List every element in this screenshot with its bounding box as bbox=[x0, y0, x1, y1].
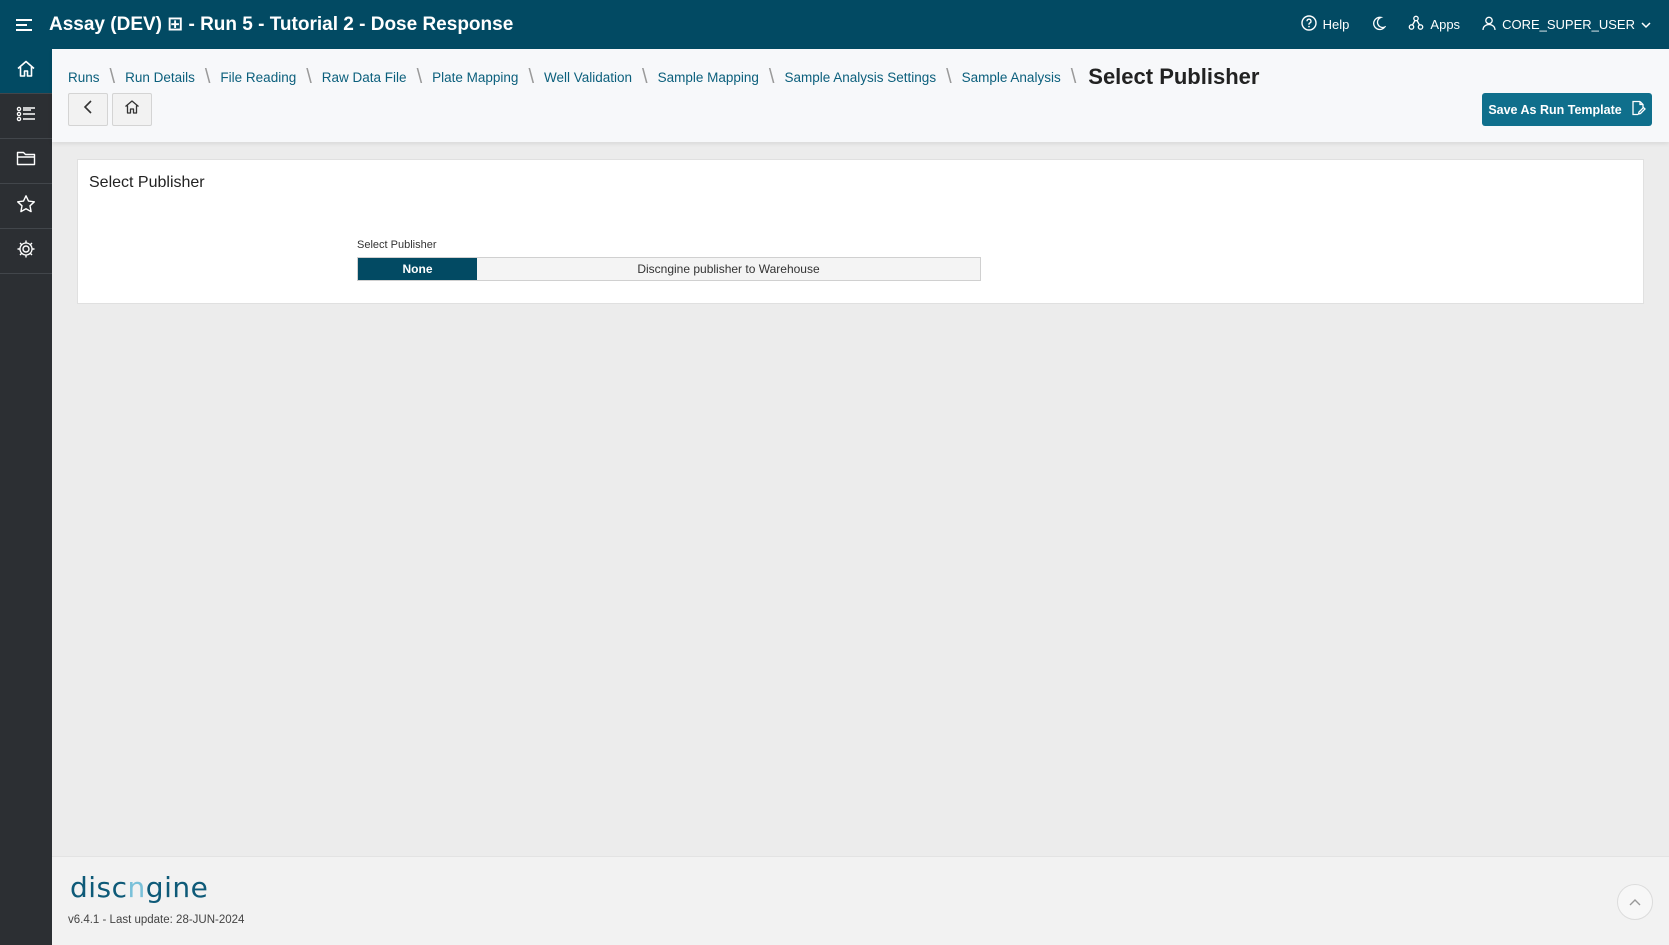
breadcrumb-item-sample-analysis-settings[interactable]: Sample Analysis Settings bbox=[784, 70, 936, 85]
breadcrumb: Runs \ Run Details \ File Reading \ Raw … bbox=[68, 63, 1259, 91]
help-link[interactable]: Help bbox=[1300, 15, 1350, 34]
version-info: v6.4.1 - Last update: 28-JUN-2024 bbox=[68, 914, 245, 926]
menu-icon[interactable] bbox=[0, 0, 49, 49]
edit-document-icon bbox=[1630, 100, 1646, 119]
chevron-left-icon bbox=[83, 100, 93, 119]
breadcrumb-separator: \ bbox=[416, 65, 423, 88]
home-icon bbox=[16, 59, 36, 84]
app-title: Assay (DEV) ⊞ - Run 5 - Tutorial 2 - Dos… bbox=[49, 14, 514, 35]
breadcrumb-separator: \ bbox=[306, 65, 312, 88]
breadcrumb-item-run-details[interactable]: Run Details bbox=[125, 70, 195, 85]
list-icon bbox=[16, 105, 36, 128]
save-template-label: Save As Run Template bbox=[1488, 102, 1622, 117]
breadcrumb-separator: \ bbox=[946, 65, 952, 88]
select-publisher-label: Select Publisher bbox=[357, 239, 437, 251]
publisher-option-warehouse[interactable]: Discngine publisher to Warehouse bbox=[477, 258, 980, 280]
footer: discngine v6.4.1 - Last update: 28-JUN-2… bbox=[52, 856, 1669, 945]
user-label: CORE_SUPER_USER bbox=[1502, 17, 1635, 32]
home-icon bbox=[124, 99, 140, 120]
publisher-option-none[interactable]: None bbox=[358, 258, 477, 280]
select-publisher-panel: Select Publisher Select Publisher None D… bbox=[77, 159, 1644, 304]
star-icon bbox=[16, 194, 36, 219]
breadcrumb-item-file-reading[interactable]: File Reading bbox=[220, 70, 296, 85]
page-title: Select Publisher bbox=[1088, 64, 1260, 89]
breadcrumb-item-well-validation[interactable]: Well Validation bbox=[544, 70, 632, 85]
apps-menu[interactable]: Apps bbox=[1408, 15, 1460, 34]
user-icon bbox=[1482, 16, 1496, 34]
sidebar-item-folder[interactable] bbox=[0, 139, 52, 184]
sidebar-item-settings[interactable] bbox=[0, 229, 52, 274]
breadcrumb-item-raw-data-file[interactable]: Raw Data File bbox=[322, 70, 407, 85]
user-menu[interactable]: CORE_SUPER_USER bbox=[1482, 16, 1651, 34]
breadcrumb-item-sample-mapping[interactable]: Sample Mapping bbox=[658, 70, 759, 85]
top-bar: Assay (DEV) ⊞ - Run 5 - Tutorial 2 - Dos… bbox=[0, 0, 1669, 49]
apps-icon bbox=[1408, 15, 1424, 34]
panel-title: Select Publisher bbox=[89, 174, 205, 191]
folder-icon bbox=[16, 150, 36, 172]
scroll-to-top-button[interactable] bbox=[1617, 884, 1653, 920]
chevron-down-icon bbox=[1641, 17, 1651, 32]
sidebar-item-list[interactable] bbox=[0, 94, 52, 139]
publisher-selector: None Discngine publisher to Warehouse bbox=[357, 257, 981, 281]
sidebar bbox=[0, 49, 52, 945]
breadcrumb-separator: \ bbox=[642, 65, 648, 88]
settings-icon bbox=[16, 239, 36, 264]
breadcrumb-item-runs[interactable]: Runs bbox=[68, 70, 100, 85]
moon-icon bbox=[1371, 16, 1387, 34]
sidebar-item-favorites[interactable] bbox=[0, 184, 52, 229]
apps-label: Apps bbox=[1430, 17, 1461, 32]
chevron-up-icon bbox=[1629, 893, 1641, 911]
page-header: Runs \ Run Details \ File Reading \ Raw … bbox=[52, 49, 1669, 142]
back-button[interactable] bbox=[68, 93, 108, 126]
theme-toggle[interactable] bbox=[1371, 16, 1387, 34]
breadcrumb-item-sample-analysis[interactable]: Sample Analysis bbox=[962, 70, 1061, 85]
help-label: Help bbox=[1322, 17, 1350, 32]
sidebar-item-home[interactable] bbox=[0, 49, 52, 94]
breadcrumb-separator: \ bbox=[204, 65, 211, 88]
breadcrumb-separator: \ bbox=[109, 65, 116, 88]
breadcrumb-separator: \ bbox=[768, 65, 775, 88]
discngine-logo: discngine bbox=[70, 871, 209, 904]
save-as-run-template-button[interactable]: Save As Run Template bbox=[1482, 93, 1652, 126]
home-button[interactable] bbox=[112, 93, 152, 126]
help-icon bbox=[1300, 15, 1317, 34]
breadcrumb-separator: \ bbox=[1070, 65, 1077, 88]
breadcrumb-item-plate-mapping[interactable]: Plate Mapping bbox=[432, 70, 518, 85]
breadcrumb-separator: \ bbox=[528, 65, 534, 88]
